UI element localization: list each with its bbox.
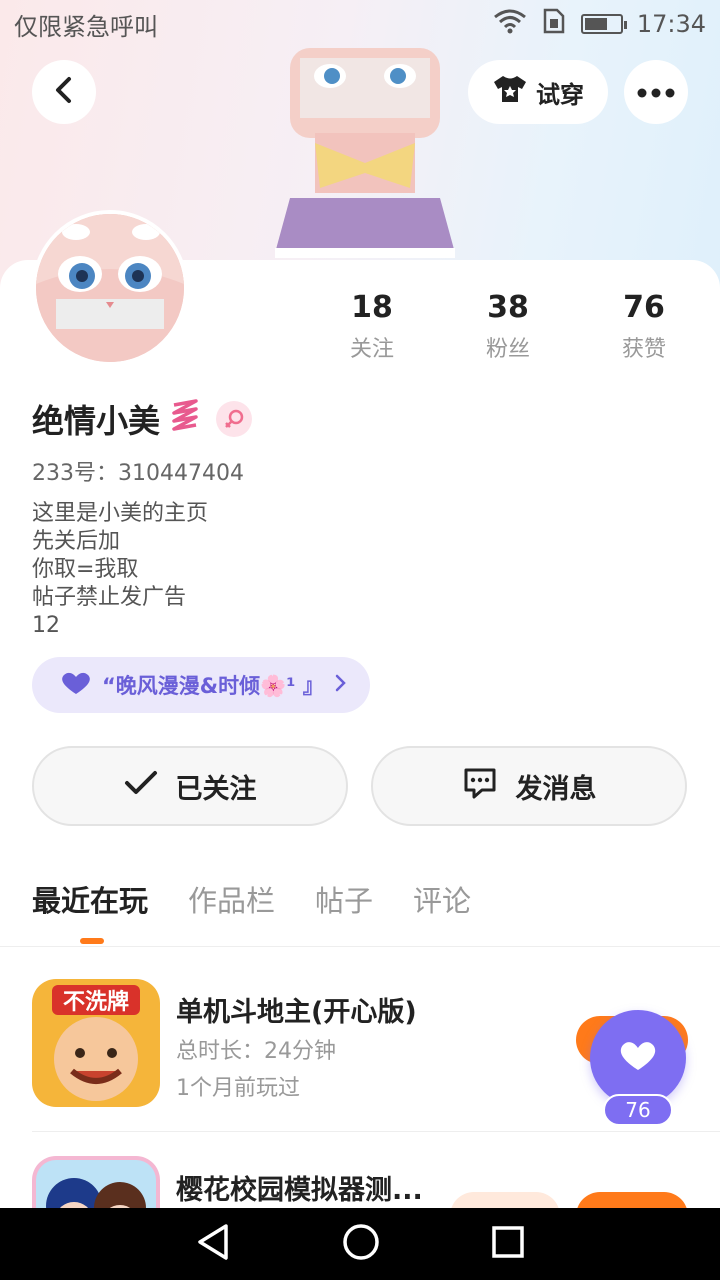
back-button[interactable] xyxy=(32,60,96,124)
like-float-button[interactable] xyxy=(590,1010,686,1106)
wifi-icon xyxy=(493,8,527,40)
game-duration: 总时长：24分钟 xyxy=(176,1039,336,1064)
send-message-button[interactable]: 发消息 xyxy=(371,746,687,826)
stat-value: 18 xyxy=(351,290,393,325)
more-options-button[interactable] xyxy=(624,60,688,124)
stat-value: 38 xyxy=(487,290,529,325)
tab-works[interactable]: 作品栏 xyxy=(188,878,275,920)
chevron-left-icon xyxy=(52,76,76,108)
profile-stats: 18 关注 38 粉丝 76 获赞 xyxy=(304,290,712,363)
bio-line: 这里是小美的主页 xyxy=(32,501,209,526)
bio-line: 你取=我取 xyxy=(32,557,139,582)
tab-posts[interactable]: 帖子 xyxy=(315,878,373,920)
stat-label: 关注 xyxy=(349,337,394,362)
chevron-right-icon xyxy=(334,673,348,698)
female-gender-icon xyxy=(216,401,253,437)
game-title[interactable]: 樱花校园模拟器测... xyxy=(176,1168,423,1207)
stat-value: 76 xyxy=(623,290,665,325)
try-on-button[interactable]: 试穿 xyxy=(468,60,608,124)
bio-line: 先关后加 xyxy=(32,529,121,554)
active-tab-indicator xyxy=(80,938,104,944)
try-on-label: 试穿 xyxy=(536,80,584,109)
guild-link[interactable]: “晚风漫漫&时倾🌸¹ 』 xyxy=(32,657,370,713)
stat-label: 获赞 xyxy=(621,337,666,362)
bio: 这里是小美的主页 先关后加 你取=我取 帖子禁止发广告 12 xyxy=(32,500,208,640)
tab-comments[interactable]: 评论 xyxy=(413,878,471,920)
avatar[interactable] xyxy=(32,210,188,366)
guild-name: “晚风漫漫&时倾🌸¹ 』 xyxy=(102,674,324,698)
stat-following[interactable]: 18 关注 xyxy=(304,290,440,363)
send-message-label: 发消息 xyxy=(515,773,597,805)
game-icon-text: 不洗牌 xyxy=(63,989,129,1015)
clock: 17:34 xyxy=(636,10,706,38)
carrier-text: 仅限紧急呼叫 xyxy=(14,12,158,41)
profile-tabs: 最近在玩 作品栏 帖子 评论 xyxy=(32,878,471,920)
checkmark-icon xyxy=(124,770,158,803)
back-triangle-icon[interactable] xyxy=(195,1222,231,1266)
tab-divider xyxy=(0,946,720,947)
bio-line: 12 xyxy=(32,613,60,638)
user-id: 233号：310447404 xyxy=(32,461,244,486)
like-count-badge: 76 xyxy=(603,1094,673,1126)
heart-icon xyxy=(618,1039,658,1077)
name-row: 绝情小美 xyxy=(32,396,253,442)
stat-followers[interactable]: 38 粉丝 xyxy=(440,290,576,363)
avatar-figure-image[interactable] xyxy=(270,48,460,260)
game-last-played: 1个月前玩过 xyxy=(176,1076,300,1101)
home-circle-icon[interactable] xyxy=(342,1223,380,1265)
followed-label: 已关注 xyxy=(175,773,257,805)
row-divider xyxy=(32,1131,720,1132)
tab-recent-games[interactable]: 最近在玩 xyxy=(32,878,148,920)
sim-icon xyxy=(541,8,567,40)
stat-likes[interactable]: 76 获赞 xyxy=(576,290,712,363)
chat-bubble-icon xyxy=(462,766,498,807)
heart-icon xyxy=(60,670,92,701)
username: 绝情小美 xyxy=(32,402,161,440)
game-title[interactable]: 单机斗地主(开心版) xyxy=(176,990,417,1029)
bio-line: 帖子禁止发广告 xyxy=(32,585,187,610)
game-icon-landlord[interactable]: 不洗牌 xyxy=(32,979,160,1107)
recents-square-icon[interactable] xyxy=(491,1225,525,1263)
more-dots-icon xyxy=(637,83,675,102)
stat-label: 粉丝 xyxy=(485,337,530,362)
level-badge-icon xyxy=(170,399,200,439)
battery-icon xyxy=(580,14,627,34)
system-navigation-bar xyxy=(0,1208,720,1280)
followed-button[interactable]: 已关注 xyxy=(32,746,348,826)
status-bar: 仅限紧急呼叫 17:34 xyxy=(0,0,720,48)
tshirt-icon xyxy=(492,74,528,110)
